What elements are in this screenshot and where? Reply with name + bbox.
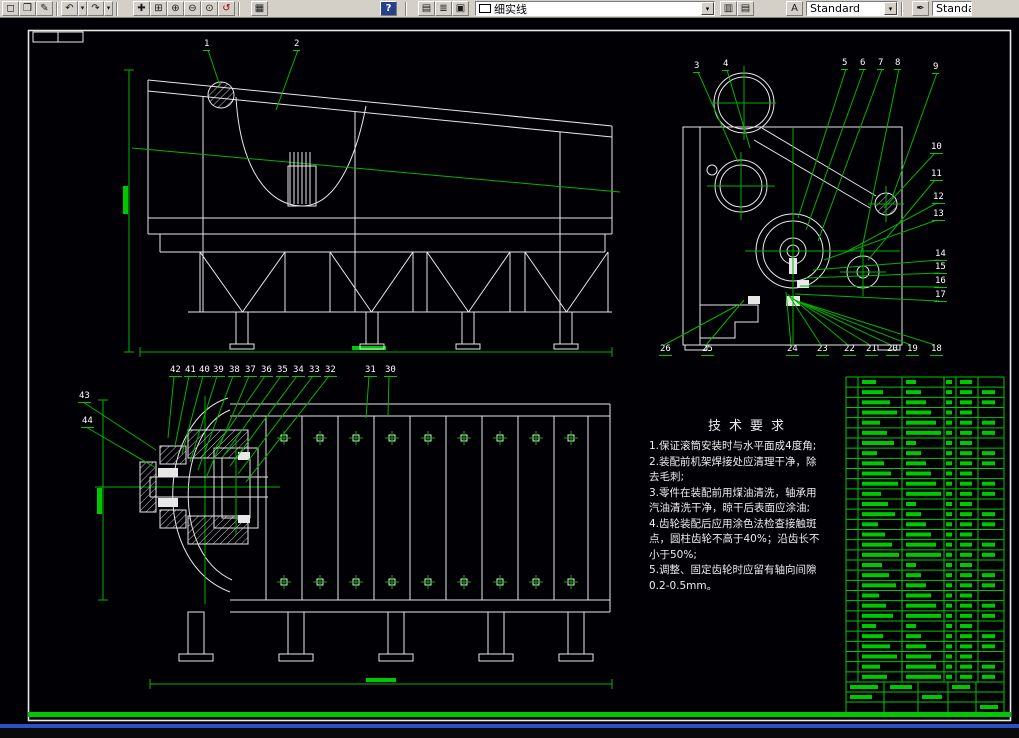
properties-icon[interactable]: ▤ (737, 1, 754, 16)
linetype-combo[interactable]: 细实线 ▾ (475, 1, 715, 16)
parts-list-table (846, 377, 1004, 682)
zoom-realtime-icon[interactable]: ⊙ (201, 1, 218, 16)
callout-leaders (83, 50, 939, 482)
undo-options-icon[interactable]: ▾ (78, 1, 87, 16)
table-icon[interactable]: ▦ (251, 1, 268, 16)
redo-icon[interactable]: ↷ (87, 1, 104, 16)
zoom-in-icon[interactable]: ⊕ (167, 1, 184, 16)
dim-style-combo-value: Standard (936, 2, 972, 15)
toolbar-separator (56, 2, 58, 16)
chevron-down-icon[interactable]: ▾ (701, 2, 714, 15)
toolbar-separator (901, 2, 903, 16)
zoom-out-icon[interactable]: ⊖ (184, 1, 201, 16)
undo-icon[interactable]: ↶ (61, 1, 78, 16)
text-style-icon[interactable]: A (786, 1, 803, 16)
side-elevation-view (123, 70, 620, 357)
zoom-window-icon[interactable]: ⊞ (150, 1, 167, 16)
linetype-sample-icon (479, 4, 491, 13)
pan-icon[interactable]: ✚ (133, 1, 150, 16)
linetype-combo-value: 细实线 (494, 1, 527, 16)
dim-style-icon[interactable]: ✒ (912, 1, 929, 16)
drawing-canvas[interactable]: 技术要求 1.保证滚筒安装时与水平面成4度角;2.装配前机架焊接处应清理干净，除… (0, 18, 1019, 724)
zoom-previous-icon[interactable]: ↺ (218, 1, 235, 16)
toolbar-separator (116, 2, 118, 16)
text-style-combo-value: Standard (810, 2, 860, 15)
engineering-drawing (0, 18, 1019, 724)
layers-icon[interactable]: ≣ (435, 1, 452, 16)
open-icon[interactable]: ❒ (19, 1, 36, 16)
redo-options-icon[interactable]: ▾ (104, 1, 113, 16)
command-line-strip[interactable] (0, 728, 1019, 738)
drawing-geometry (179, 152, 608, 661)
toolbar-separator (238, 2, 240, 16)
text-style-combo[interactable]: Standard ▾ (806, 1, 898, 16)
new-icon[interactable]: ◻ (2, 1, 19, 16)
end-view (683, 66, 904, 350)
color-swatch-icon[interactable]: ▣ (452, 1, 469, 16)
chevron-down-icon[interactable]: ▾ (884, 2, 897, 15)
render-icon[interactable]: ▤ (418, 1, 435, 16)
layer-manager-icon[interactable]: ▥ (720, 1, 737, 16)
toolbar-separator (405, 2, 407, 16)
help-icon[interactable]: ? (380, 1, 397, 16)
dim-style-combo[interactable]: Standard (932, 1, 972, 16)
toolbar: ◻ ❒ ✎ ↶ ▾ ↷ ▾ ✚ ⊞ ⊕ ⊖ ⊙ ↺ ▦ ? ▤ ≣ ▣ 细实线 … (0, 0, 1019, 18)
title-block (846, 682, 1004, 714)
edit-icon[interactable]: ✎ (36, 1, 53, 16)
